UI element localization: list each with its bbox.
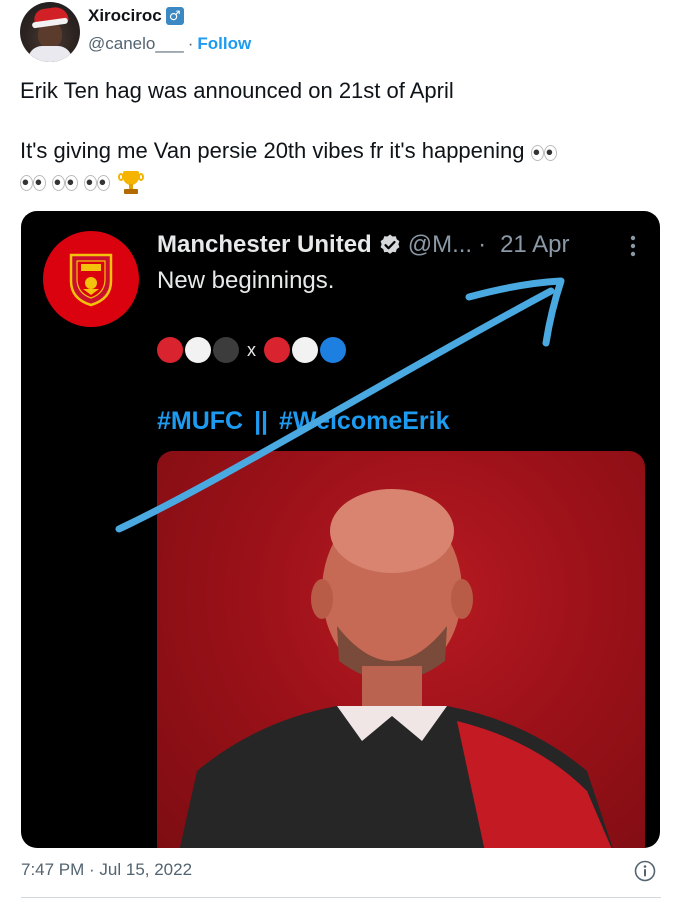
hashtag-welcome-erik: #WelcomeErik: [279, 407, 450, 435]
hashtag-mufc: #MUFC: [157, 407, 244, 435]
author-name-row: Xirociroc ♂: [88, 6, 184, 26]
tweet-paragraph: It's giving me Van persie 20th vibes fr …: [20, 136, 660, 196]
dots-x-separator: x: [247, 339, 256, 360]
info-icon[interactable]: [634, 860, 656, 882]
eyes-emoji-icon: [84, 174, 111, 192]
male-sign-icon: ♂: [165, 7, 184, 25]
hashtags-row: #MUFC || #WelcomeErik: [157, 407, 449, 436]
embedded-separator: ·: [478, 231, 487, 258]
tweet-timestamp[interactable]: 7:47 PM · Jul 15, 2022: [21, 860, 192, 880]
trophy-emoji-icon: [118, 169, 145, 195]
eyes-emoji-icon: [52, 174, 79, 192]
hashtag-separator: ||: [254, 407, 269, 435]
embedded-date: 21 Apr: [500, 231, 570, 258]
eyes-emoji-icon: [20, 174, 46, 192]
author-display-name[interactable]: Xirociroc: [88, 6, 162, 26]
verified-icon: [380, 234, 400, 254]
circle-dot-icon: [320, 337, 346, 363]
tweet-body: Erik Ten hag was announced on 21st of Ap…: [20, 76, 660, 196]
avatar-body: [28, 46, 72, 62]
coach-portrait-illustration: [179, 489, 613, 848]
follow-button[interactable]: Follow: [197, 34, 251, 54]
circle-dot-icon: [213, 337, 239, 363]
author-handle[interactable]: @canelo___: [88, 34, 184, 54]
manchester-united-crest-icon: [69, 253, 113, 307]
embedded-author-name: Manchester United: [157, 231, 372, 258]
coach-photo: [157, 451, 645, 848]
embedded-tweet-image[interactable]: Manchester United @M... · 21 Apr New beg…: [21, 211, 660, 848]
tweet-paragraph: Erik Ten hag was announced on 21st of Ap…: [20, 78, 454, 103]
embedded-author-handle: @M...: [407, 231, 473, 258]
footer-divider: [21, 897, 661, 898]
circle-dot-icon: [157, 337, 183, 363]
circle-dot-icon: [185, 337, 211, 363]
embedded-tweet-text: New beginnings.: [157, 267, 335, 294]
author-avatar[interactable]: [20, 2, 80, 62]
author-handle-row: @canelo___ · Follow: [88, 34, 251, 54]
manchester-united-avatar: [43, 231, 139, 327]
handle-separator: ·: [187, 34, 194, 53]
eyes-emoji-icon: [530, 144, 557, 162]
circle-dot-icon: [292, 337, 318, 363]
more-options-icon: [630, 235, 636, 257]
color-dots-row: x: [157, 337, 346, 363]
circle-dot-icon: [264, 337, 290, 363]
embedded-author-row: Manchester United @M... · 21 Apr: [157, 231, 569, 259]
